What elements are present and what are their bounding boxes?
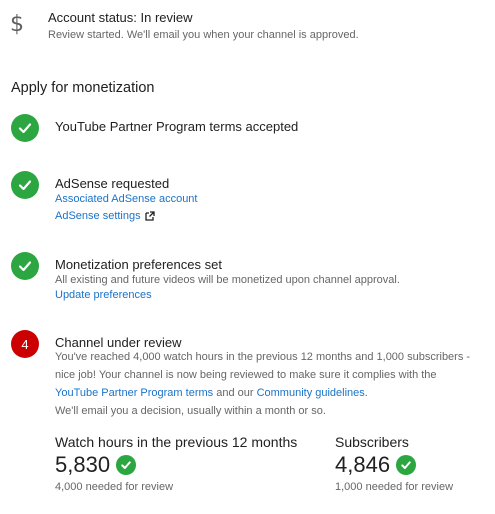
review-text-part2: and our (213, 387, 257, 399)
step-review-text: You've reached 4,000 watch hours in the … (55, 348, 480, 420)
adsense-settings-label: AdSense settings (55, 210, 141, 222)
external-link-icon (144, 211, 155, 221)
check-icon (11, 114, 39, 142)
community-guidelines-link[interactable]: Community guidelines (257, 387, 365, 399)
step-preferences-text: All existing and future videos will be m… (55, 274, 400, 286)
step-preferences-title: Monetization preferences set (55, 257, 222, 272)
update-preferences-link[interactable]: Update preferences (55, 289, 152, 301)
dollar-icon: $ (10, 12, 24, 37)
subscribers-value: 4,846 (335, 452, 391, 477)
review-text-part4: We'll email you a decision, usually with… (55, 405, 326, 417)
adsense-settings-link[interactable]: AdSense settings (55, 210, 155, 222)
check-icon (116, 455, 137, 475)
review-text-part1: You've reached 4,000 watch hours in the … (55, 351, 471, 381)
subscribers-note: 1,000 needed for review (335, 481, 454, 493)
review-text-part3: . (364, 387, 368, 399)
partner-program-terms-link[interactable]: YouTube Partner Program terms (55, 387, 213, 399)
account-status-subtitle: Review started. We'll email you when you… (48, 29, 359, 41)
watch-hours-note: 4,000 needed for review (55, 481, 174, 493)
section-title: Apply for monetization (11, 80, 155, 96)
check-icon (396, 455, 417, 475)
check-icon (11, 171, 39, 199)
subscribers-label: Subscribers (335, 434, 409, 450)
associated-adsense-account-link[interactable]: Associated AdSense account (55, 193, 197, 205)
subscribers-value-row: 4,846 (335, 452, 417, 478)
watch-hours-value: 5,830 (55, 452, 111, 477)
watch-hours-label: Watch hours in the previous 12 months (55, 434, 298, 450)
step-partner-terms-title: YouTube Partner Program terms accepted (55, 119, 299, 134)
watch-hours-value-row: 5,830 (55, 452, 137, 478)
check-icon (11, 252, 39, 280)
step-adsense-title: AdSense requested (55, 176, 170, 191)
account-status-title: Account status: In review (48, 10, 193, 25)
step-number-badge: 4 (11, 330, 39, 358)
